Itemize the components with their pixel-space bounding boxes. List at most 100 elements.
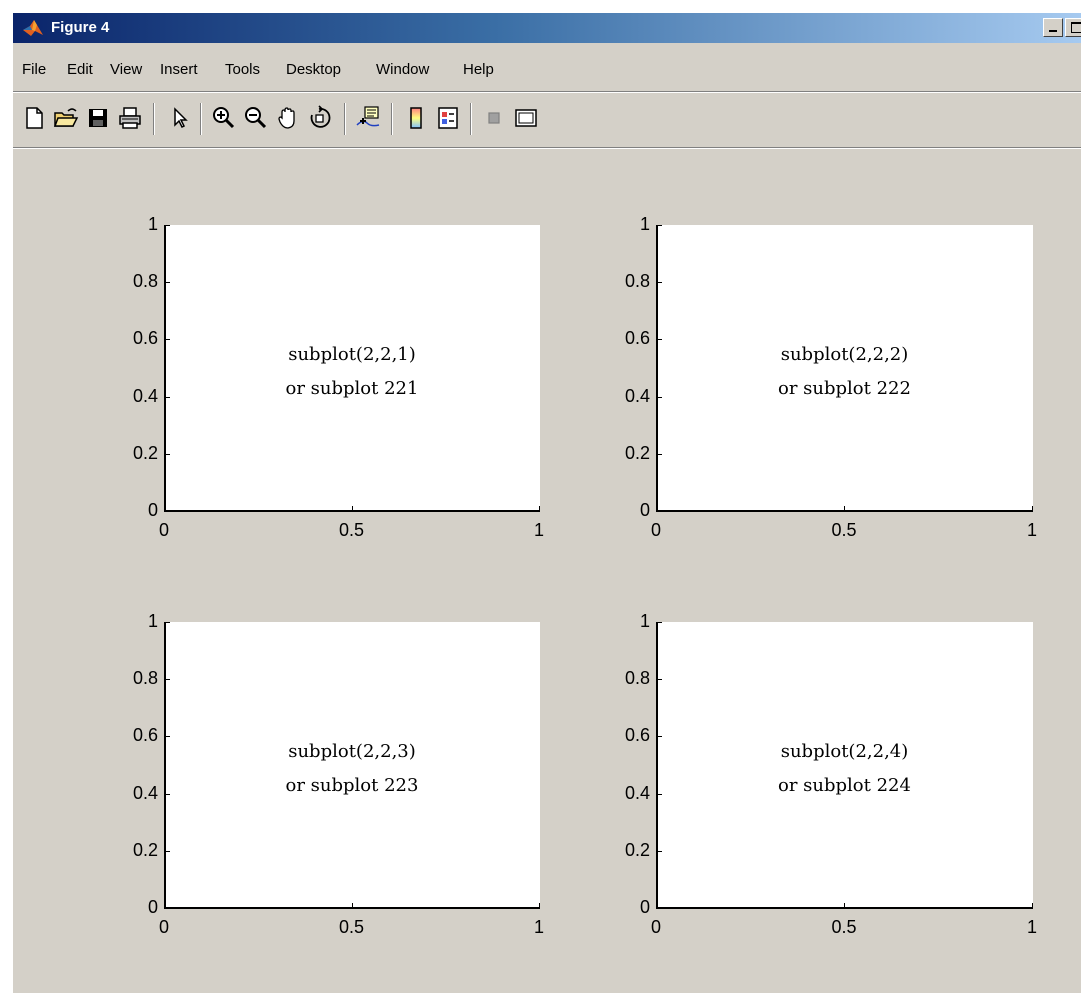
x-tick [1032, 506, 1033, 512]
y-tick [656, 850, 662, 852]
y-tick [656, 622, 662, 623]
show-plot-tools-icon[interactable] [513, 105, 539, 131]
y-tick-label: 1 [147, 611, 158, 631]
menu-window[interactable]: Window [376, 57, 429, 83]
x-tick-label: 0.5 [338, 917, 365, 937]
y-tick-label: 0.6 [132, 328, 158, 349]
y-tick-label: 0 [147, 897, 158, 917]
x-tick [539, 903, 540, 909]
subplot-label: subplot(2,2,3) [288, 741, 416, 762]
y-tick-label: 1 [639, 611, 650, 631]
pan-hand-icon[interactable] [275, 105, 301, 131]
y-tick [164, 622, 170, 623]
y-tick [656, 679, 662, 681]
save-icon[interactable] [85, 105, 111, 131]
x-tick-label: 0.5 [338, 520, 365, 540]
print-icon[interactable] [117, 105, 143, 131]
menu-view[interactable]: View [110, 57, 142, 83]
toolbar-separator [470, 103, 472, 135]
figure-window: Figure 4 File Edit View Insert Tools Des… [12, 12, 1081, 993]
menu-bar: File Edit View Insert Tools Desktop Wind… [13, 57, 1081, 83]
matlab-logo-icon [23, 20, 43, 36]
insert-legend-icon[interactable] [435, 105, 461, 131]
y-tick-label: 0.6 [624, 328, 650, 349]
toolbar-separator [153, 103, 155, 135]
y-tick-label: 0.6 [624, 725, 650, 746]
y-tick [164, 850, 170, 852]
x-tick-label: 0 [158, 520, 169, 540]
y-tick [164, 225, 170, 226]
edit-plot-arrow-icon[interactable] [167, 105, 193, 131]
subplot-label: subplot(2,2,4) [780, 741, 909, 762]
y-tick-label: 1 [147, 214, 158, 234]
x-tick-label: 1 [533, 520, 544, 540]
y-tick [164, 282, 170, 284]
subplot-axes-1[interactable]: 0 0.2 0.4 0.6 0.8 1 0 0.5 1 subplot(2,2,1) or subp… [133, 214, 544, 540]
x-tick [1032, 903, 1033, 909]
x-tick-label: 0 [158, 917, 169, 937]
hide-plot-tools-icon[interactable] [481, 105, 507, 131]
toolbar-separator [391, 103, 393, 135]
y-tick-label: 0.4 [132, 782, 158, 803]
x-tick [164, 506, 165, 512]
x-tick [656, 903, 657, 909]
subplot-label: subplot(2,2,2) [780, 344, 909, 365]
y-tick-label: 0.4 [624, 385, 650, 406]
y-tick [656, 282, 662, 284]
minimize-icon [1049, 30, 1057, 32]
x-tick-label: 0.5 [831, 917, 857, 937]
subplot-label: subplot(2,2,1) [288, 344, 416, 365]
y-tick-label: 0.2 [624, 839, 650, 860]
x-tick [656, 506, 657, 512]
y-tick [656, 225, 662, 226]
y-tick-label: 0.8 [132, 668, 158, 689]
maximize-icon [1071, 22, 1081, 33]
menu-help[interactable]: Help [463, 57, 494, 83]
x-tick [351, 903, 353, 909]
y-tick-label: 0.6 [132, 725, 158, 746]
y-tick-label: 0.4 [132, 385, 158, 406]
toolbar-separator [344, 103, 346, 135]
y-tick [164, 679, 170, 681]
rotate-3d-icon[interactable] [307, 105, 333, 131]
x-tick-label: 0.5 [831, 520, 857, 540]
y-tick-label: 0 [147, 500, 158, 520]
subplot-axes-3[interactable]: 0 0.2 0.4 0.6 0.8 1 0 0.5 1 subplot(2,2,3) or subp… [133, 611, 544, 937]
menu-file[interactable]: File [22, 57, 46, 83]
x-tick [164, 903, 165, 909]
menu-edit[interactable]: Edit [67, 57, 93, 83]
minimize-button[interactable] [1043, 18, 1063, 37]
y-tick-label: 0.2 [624, 442, 650, 463]
x-tick-label: 0 [650, 917, 661, 937]
menu-desktop[interactable]: Desktop [286, 57, 341, 83]
y-tick-label: 0.2 [132, 839, 158, 860]
subplot-shorthand-label: or subplot 222 [778, 378, 911, 399]
x-tick-label: 1 [1026, 917, 1037, 937]
open-file-icon[interactable] [53, 105, 79, 131]
y-tick-label: 0.8 [624, 668, 650, 689]
menu-tools[interactable]: Tools [225, 57, 260, 83]
y-tick [656, 453, 662, 455]
toolbar-separator [200, 103, 202, 135]
figure-canvas: 0 0.2 0.4 0.6 0.8 1 0 0.5 1 subplot(2,2,1) or subp… [13, 149, 1081, 994]
subplot-axes-4[interactable]: 0 0.2 0.4 0.6 0.8 1 0 0.5 1 subplot(2,2,4) or subp… [625, 611, 1037, 937]
y-tick [164, 453, 170, 455]
subplot-shorthand-label: or subplot 221 [285, 378, 419, 399]
menu-insert[interactable]: Insert [160, 57, 198, 83]
y-tick-label: 0.4 [624, 782, 650, 803]
y-tick-label: 1 [639, 214, 650, 234]
y-tick-label: 0.2 [132, 442, 158, 463]
y-tick-label: 0.8 [132, 271, 158, 292]
title-bar[interactable]: Figure 4 [13, 13, 1081, 43]
data-cursor-icon[interactable] [355, 105, 381, 131]
insert-colorbar-icon[interactable] [403, 105, 429, 131]
x-tick-label: 1 [533, 917, 544, 937]
x-tick-label: 1 [1026, 520, 1037, 540]
zoom-out-icon[interactable] [243, 105, 269, 131]
zoom-in-icon[interactable] [211, 105, 237, 131]
toolbar [13, 95, 1081, 139]
new-figure-icon[interactable] [21, 105, 47, 131]
subplot-axes-2[interactable]: 0 0.2 0.4 0.6 0.8 1 0 0.5 1 subplot(2,2,2) or subp… [625, 214, 1037, 540]
subplot-shorthand-label: or subplot 224 [778, 775, 911, 796]
maximize-button[interactable] [1065, 18, 1081, 37]
